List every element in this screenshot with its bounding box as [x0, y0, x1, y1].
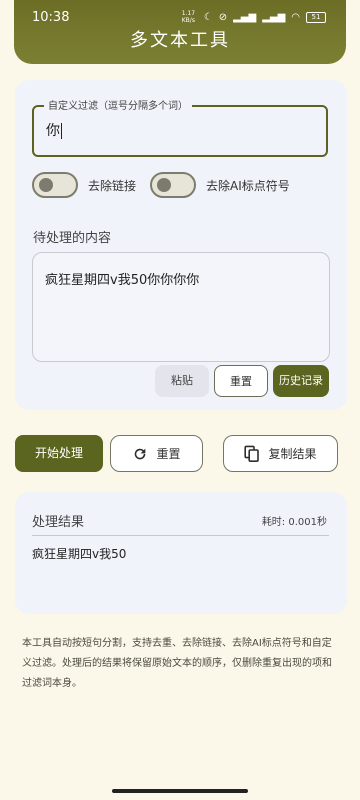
remove-ai-punctuation-switch[interactable]: [150, 172, 196, 198]
custom-filter-input[interactable]: 你: [46, 120, 62, 140]
copy-icon: [244, 445, 260, 462]
signal-icon-2: ▂▄▆: [262, 11, 286, 23]
pending-content-text: 疯狂星期四v我50你你你你: [45, 273, 200, 288]
refresh-icon: [135, 448, 146, 459]
page-title: 多文本工具: [130, 30, 230, 51]
copy-result-label: 复制结果: [268, 447, 317, 461]
remove-links-switch[interactable]: [32, 172, 78, 198]
start-processing-button[interactable]: 开始处理: [15, 435, 103, 472]
switch-knob: [39, 178, 53, 192]
battery-icon: 51: [306, 11, 326, 23]
signal-icon: ▂▄▆: [233, 11, 257, 23]
reset-button-label: 重置: [156, 447, 181, 461]
home-indicator[interactable]: [112, 789, 248, 793]
input-card: 自定义过滤（逗号分隔多个词） 你 去除链接 去除AI标点符号 待处理的内容 疯狂…: [15, 80, 347, 410]
divider: [32, 535, 329, 536]
status-time: 10:38: [32, 10, 70, 25]
remove-ai-punctuation-toggle[interactable]: 去除AI标点符号: [150, 172, 290, 198]
text-caret: [61, 123, 62, 139]
remove-ai-punctuation-label: 去除AI标点符号: [206, 178, 290, 193]
remove-links-label: 去除链接: [88, 178, 137, 193]
tool-description: 本工具自动按短句分割，支持去重、去除链接、去除AI标点符号和自定义过滤。处理后的…: [22, 638, 332, 689]
pending-content-label: 待处理的内容: [33, 231, 112, 246]
app-header: 10:38 1.17 KB/s ☾ ⊘ ▂▄▆ ▂▄▆ ◠ 51 多文本工具: [14, 0, 346, 64]
reset-input-button[interactable]: 重置: [214, 365, 268, 397]
alarm-off-icon: ⊘: [218, 11, 228, 23]
result-text[interactable]: 疯狂星期四v我50: [32, 545, 126, 562]
wifi-icon: ◠: [291, 11, 300, 23]
custom-filter-field[interactable]: 自定义过滤（逗号分隔多个词） 你: [32, 97, 328, 157]
reset-button[interactable]: 重置: [110, 435, 203, 472]
elapsed-time: 耗时: 0.001秒: [261, 517, 327, 528]
paste-button[interactable]: 粘贴: [155, 365, 209, 397]
status-bar-icons: 1.17 KB/s ☾ ⊘ ▂▄▆ ▂▄▆ ◠ 51: [182, 10, 326, 24]
remove-links-toggle[interactable]: 去除链接: [32, 172, 136, 198]
network-speed: 1.17 KB/s: [181, 10, 196, 24]
moon-icon: ☾: [203, 11, 213, 23]
result-card: 处理结果 耗时: 0.001秒 疯狂星期四v我50: [15, 492, 347, 614]
copy-result-button[interactable]: 复制结果: [223, 435, 338, 472]
history-button[interactable]: 历史记录: [273, 365, 329, 397]
custom-filter-label: 自定义过滤（逗号分隔多个词）: [44, 97, 192, 112]
result-title: 处理结果: [32, 515, 85, 530]
pending-content-textarea[interactable]: 疯狂星期四v我50你你你你: [32, 252, 330, 362]
switch-knob: [157, 178, 171, 192]
